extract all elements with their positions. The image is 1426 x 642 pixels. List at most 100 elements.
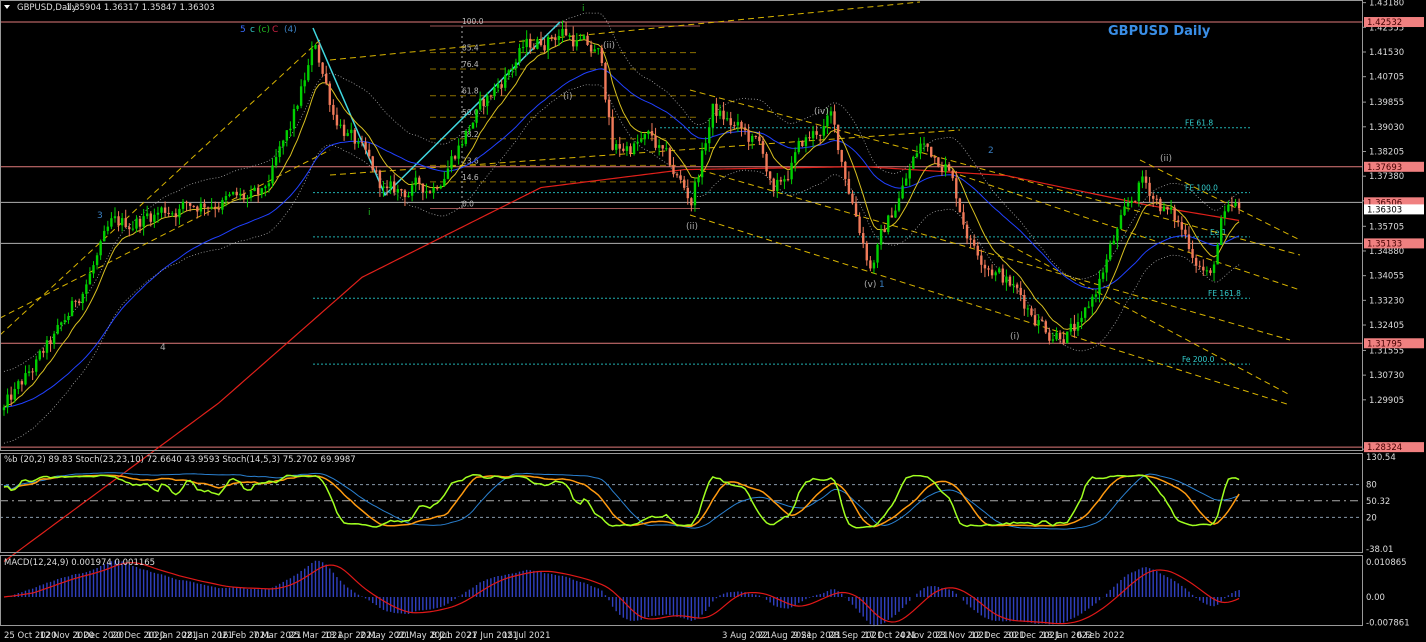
candle[interactable] bbox=[915, 153, 919, 157]
candle[interactable] bbox=[1123, 206, 1126, 216]
candle[interactable] bbox=[933, 156, 936, 158]
candle[interactable] bbox=[1227, 204, 1230, 212]
candle[interactable] bbox=[636, 141, 639, 144]
candle[interactable] bbox=[607, 99, 611, 118]
candle[interactable] bbox=[1216, 244, 1219, 265]
candle[interactable] bbox=[815, 131, 818, 135]
candle[interactable] bbox=[346, 133, 349, 136]
candle[interactable] bbox=[632, 143, 636, 154]
candle[interactable] bbox=[178, 208, 181, 218]
candle[interactable] bbox=[74, 300, 77, 302]
candle[interactable] bbox=[432, 187, 435, 193]
candle[interactable] bbox=[987, 268, 990, 270]
candle[interactable] bbox=[471, 122, 475, 129]
candle[interactable] bbox=[955, 178, 958, 199]
candle[interactable] bbox=[743, 127, 747, 131]
candle[interactable] bbox=[142, 216, 145, 227]
candle[interactable] bbox=[504, 75, 507, 88]
candle[interactable] bbox=[879, 229, 883, 245]
candle[interactable] bbox=[117, 216, 120, 226]
candle[interactable] bbox=[1076, 321, 1080, 331]
candle[interactable] bbox=[292, 109, 296, 129]
candle[interactable] bbox=[496, 84, 500, 88]
candle[interactable] bbox=[138, 218, 142, 227]
candle[interactable] bbox=[1220, 218, 1223, 245]
candle[interactable] bbox=[378, 170, 382, 189]
candle[interactable] bbox=[897, 198, 901, 211]
candle[interactable] bbox=[1130, 200, 1133, 203]
candle[interactable] bbox=[131, 228, 135, 230]
candle[interactable] bbox=[63, 320, 67, 323]
candle[interactable] bbox=[446, 168, 450, 179]
candle[interactable] bbox=[310, 48, 314, 66]
candle[interactable] bbox=[829, 111, 833, 116]
candle[interactable] bbox=[396, 189, 399, 193]
candle[interactable] bbox=[894, 210, 897, 218]
candle[interactable] bbox=[267, 183, 271, 187]
candle[interactable] bbox=[468, 128, 471, 131]
candle[interactable] bbox=[92, 265, 95, 274]
candle[interactable] bbox=[786, 179, 790, 181]
candle[interactable] bbox=[1055, 332, 1058, 340]
candle[interactable] bbox=[31, 371, 34, 373]
candle[interactable] bbox=[85, 284, 88, 294]
candle[interactable] bbox=[575, 40, 578, 47]
candle[interactable] bbox=[944, 164, 947, 173]
candle[interactable] bbox=[303, 80, 306, 87]
candle[interactable] bbox=[128, 227, 131, 230]
candle[interactable] bbox=[135, 218, 138, 229]
candle[interactable] bbox=[657, 145, 661, 148]
candle[interactable] bbox=[908, 168, 911, 179]
candle[interactable] bbox=[443, 178, 446, 187]
candle[interactable] bbox=[360, 141, 364, 143]
candle[interactable] bbox=[99, 241, 102, 256]
candle[interactable] bbox=[811, 131, 815, 139]
candle[interactable] bbox=[67, 316, 70, 321]
candle[interactable] bbox=[364, 142, 367, 150]
candle[interactable] bbox=[747, 130, 750, 142]
candle[interactable] bbox=[672, 165, 675, 175]
candle[interactable] bbox=[27, 371, 31, 374]
candle[interactable] bbox=[1037, 320, 1040, 326]
candle[interactable] bbox=[439, 186, 442, 189]
candle[interactable] bbox=[500, 84, 503, 88]
candle[interactable] bbox=[804, 137, 808, 146]
candle[interactable] bbox=[124, 218, 127, 228]
candle[interactable] bbox=[1062, 339, 1065, 344]
candle[interactable] bbox=[715, 103, 718, 116]
candle[interactable] bbox=[572, 35, 575, 47]
candle[interactable] bbox=[1026, 308, 1030, 310]
candle[interactable] bbox=[983, 264, 987, 269]
candle[interactable] bbox=[758, 136, 761, 142]
candle[interactable] bbox=[554, 37, 557, 40]
candle[interactable] bbox=[478, 98, 482, 110]
candle[interactable] bbox=[797, 141, 800, 153]
candle[interactable] bbox=[235, 191, 238, 196]
candle[interactable] bbox=[285, 130, 289, 141]
candle[interactable] bbox=[221, 200, 224, 210]
candle[interactable] bbox=[1202, 266, 1205, 271]
candle[interactable] bbox=[1180, 222, 1184, 230]
candle[interactable] bbox=[1048, 332, 1051, 341]
candle[interactable] bbox=[146, 213, 149, 217]
candle[interactable] bbox=[511, 68, 514, 71]
candle[interactable] bbox=[529, 38, 532, 48]
candle[interactable] bbox=[722, 110, 725, 120]
candle[interactable] bbox=[24, 373, 27, 385]
candle[interactable] bbox=[1087, 306, 1090, 308]
candle[interactable] bbox=[1148, 182, 1151, 196]
candle[interactable] bbox=[597, 48, 600, 50]
candle[interactable] bbox=[332, 104, 335, 115]
candle[interactable] bbox=[1008, 276, 1012, 286]
candle[interactable] bbox=[1080, 317, 1083, 322]
candle[interactable] bbox=[42, 350, 45, 353]
candle[interactable] bbox=[790, 162, 793, 180]
candle[interactable] bbox=[1015, 284, 1019, 288]
candle[interactable] bbox=[546, 36, 550, 51]
candle[interactable] bbox=[264, 186, 267, 189]
candle[interactable] bbox=[1144, 176, 1148, 183]
candle[interactable] bbox=[1112, 240, 1115, 245]
candle[interactable] bbox=[350, 129, 353, 134]
candle[interactable] bbox=[228, 194, 231, 197]
candle[interactable] bbox=[493, 87, 496, 96]
